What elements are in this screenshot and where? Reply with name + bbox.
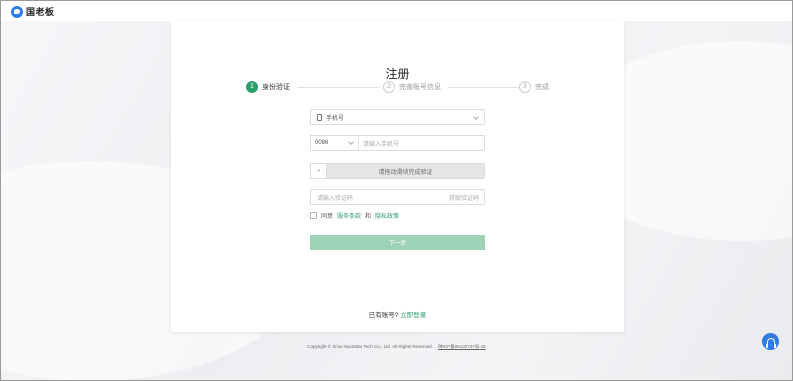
code-input[interactable]: 请输入验证码 (317, 190, 353, 204)
country-code-value: 0086 (315, 140, 329, 146)
page-frame: 国老板 注册 1 身份验证 2 完善账号信息 3 完成 手机号 0086 请输入… (0, 0, 793, 381)
method-value: 手机号 (326, 115, 345, 122)
code-field: 请输入验证码 获取验证码 (310, 189, 485, 205)
brand-name: 国老板 (26, 7, 55, 17)
support-button[interactable] (762, 333, 779, 350)
code-placeholder: 请输入验证码 (317, 195, 354, 202)
phone-placeholder: 请输入手机号 (363, 141, 400, 148)
step-number: 1 (246, 81, 258, 93)
step-3: 3 完成 (519, 81, 549, 93)
footer: Copyright © Xi'an NovaStar Tech Co., Ltd… (1, 344, 792, 350)
terms-link[interactable]: 服务条款 (337, 211, 361, 220)
agree-prefix: 同意 (321, 214, 334, 220)
slider-text: 请拖动滑块完成验证 (378, 169, 433, 176)
country-code-select[interactable]: 0086 (311, 136, 359, 150)
agree-and: 和 (365, 214, 372, 220)
verification-method-select[interactable]: 手机号 (310, 109, 485, 125)
step-divider (448, 87, 528, 88)
next-button[interactable]: 下一步 (310, 235, 485, 250)
slider-handle[interactable]: » (311, 164, 327, 178)
chat-bubble-icon (11, 5, 23, 18)
step-indicator: 1 身份验证 2 完善账号信息 3 完成 (246, 81, 556, 95)
phone-input[interactable]: 请输入手机号 (363, 136, 399, 150)
login-row: 已有账号? 立即登录 (171, 309, 624, 319)
login-prompt: 已有账号? (368, 312, 399, 319)
phone-icon (317, 113, 322, 121)
step-2: 2 完善账号信息 (383, 81, 441, 93)
icp-link[interactable]: 陕ICP备05102747号-15 (438, 344, 486, 349)
headset-icon (765, 338, 776, 348)
step-number: 2 (383, 81, 395, 93)
step-label: 身份验证 (262, 84, 290, 91)
brand-logo[interactable]: 国老板 (11, 5, 55, 18)
double-chevron-right-icon: » (316, 168, 321, 174)
step-label: 完成 (535, 84, 549, 91)
slider-captcha: » 请拖动滑块完成验证 (310, 163, 485, 179)
register-card: 注册 1 身份验证 2 完善账号信息 3 完成 手机号 0086 请输入手机号 … (171, 21, 624, 332)
agreement-row: 同意 服务条款 和 隐私政策 (310, 211, 399, 220)
step-label: 完善账号信息 (399, 84, 441, 91)
agree-checkbox[interactable] (310, 212, 317, 219)
step-number: 3 (519, 81, 531, 93)
step-1: 1 身份验证 (246, 81, 290, 93)
privacy-link[interactable]: 隐私政策 (375, 211, 399, 220)
chevron-down-icon (348, 139, 354, 145)
get-code-button[interactable]: 获取验证码 (449, 190, 479, 204)
login-link[interactable]: 立即登录 (400, 312, 426, 319)
copyright-text: Copyright © Xi'an NovaStar Tech Co., Ltd… (307, 344, 433, 349)
page-title: 注册 (385, 67, 410, 81)
step-divider (298, 87, 380, 88)
top-bar: 国老板 (1, 1, 792, 21)
phone-field: 0086 请输入手机号 (310, 135, 485, 151)
